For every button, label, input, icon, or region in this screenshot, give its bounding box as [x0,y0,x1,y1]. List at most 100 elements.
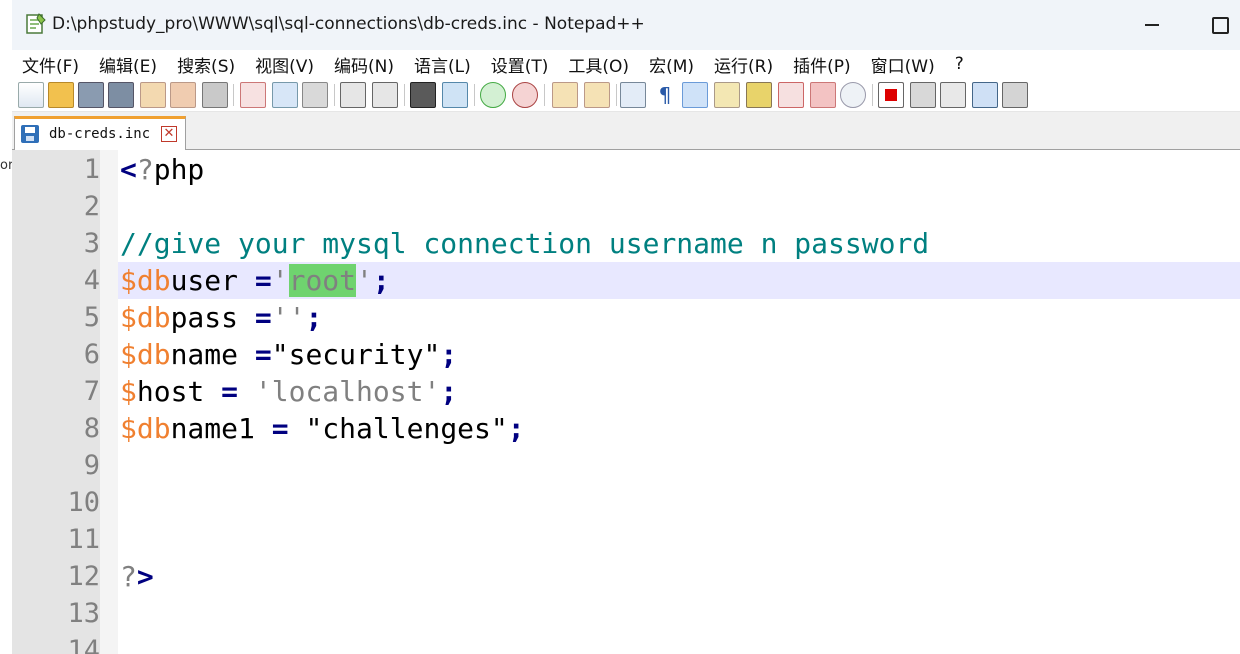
code-token: ; [372,264,390,297]
line-number-gutter: 1 2 3 4 5 6 7 8 9 10 11 12 13 14 [12,150,100,654]
code-line-1[interactable]: <?php [120,151,204,188]
menu-macro[interactable]: 宏(M) [639,52,704,77]
line-number: 14 [67,635,100,654]
copy-icon[interactable] [272,82,298,108]
notepad-plus-plus-app-icon [26,13,46,34]
code-token: ; [440,338,458,371]
code-token: 'localhost' [254,375,441,408]
code-token: ; [507,412,525,445]
print-icon[interactable] [202,82,228,108]
tab-close-button[interactable]: ✕ [161,126,177,142]
code-token: < [120,153,137,186]
code-token: ? [120,560,137,593]
zoom-in-icon[interactable] [480,82,506,108]
folder-workspace-icon[interactable] [778,82,804,108]
code-line-8[interactable]: $dbname1 = "challenges"; [120,410,525,447]
menu-file[interactable]: 文件(F) [12,52,89,77]
code-token: ' [271,264,289,297]
menu-plugins[interactable]: 插件(P) [783,52,861,77]
code-token: pass [170,301,255,334]
menu-view[interactable]: 视图(V) [245,52,324,77]
code-token: = [254,301,272,334]
line-number: 1 [83,154,100,185]
show-all-chars-icon[interactable]: ¶ [652,82,678,108]
line-number: 8 [83,413,100,444]
code-token: $db [120,301,171,334]
tab-label: db-creds.inc [49,126,151,142]
find-icon[interactable] [410,82,436,108]
tab-db-creds[interactable]: db-creds.inc ✕ [14,116,186,150]
new-file-icon[interactable] [18,82,44,108]
minimize-button[interactable] [1132,10,1172,40]
toolbar-separator [474,84,475,106]
cut-icon[interactable] [240,82,266,108]
stop-macro-icon[interactable] [910,82,936,108]
monitoring-icon[interactable] [810,82,836,108]
code-token: name1 [170,412,272,445]
code-token: "challenges" [305,412,508,445]
code-line-6[interactable]: $dbname ="security"; [120,336,457,373]
save-macro-icon[interactable] [1002,82,1028,108]
code-token: = [221,375,239,408]
record-macro-icon[interactable] [878,82,904,108]
fold-margin[interactable] [100,150,118,654]
open-file-icon[interactable] [48,82,74,108]
toolbar-separator [404,84,405,106]
line-number: 10 [67,487,100,518]
function-list-icon[interactable] [746,82,772,108]
save-all-icon[interactable] [108,82,134,108]
indent-guide-icon[interactable] [682,82,708,108]
tab-bar: db-creds.inc ✕ [12,112,1240,150]
run-macro-multiple-icon[interactable] [972,82,998,108]
code-line-5[interactable]: $dbpass =''; [120,299,322,336]
code-token: = [254,338,272,371]
code-token: $ [120,375,137,408]
menu-bar: 文件(F) 编辑(E) 搜索(S) 视图(V) 编码(N) 语言(L) 设置(T… [12,50,1240,78]
code-token: $db [120,264,171,297]
redo-icon[interactable] [372,82,398,108]
doc-map-icon[interactable] [714,82,740,108]
menu-language[interactable]: 语言(L) [404,52,481,77]
close-all-icon[interactable] [170,82,196,108]
menu-help[interactable]: ? [945,54,974,74]
save-icon[interactable] [78,82,104,108]
title-bar: D:\phpstudy_pro\WWW\sql\sql-connections\… [0,0,1240,50]
line-number: 2 [83,191,100,222]
sync-horizontal-icon[interactable] [584,82,610,108]
toolbar-separator [544,84,545,106]
replace-icon[interactable] [442,82,468,108]
code-token: $db [120,338,171,371]
undo-icon[interactable] [340,82,366,108]
code-token: ; [305,301,323,334]
sync-vertical-icon[interactable] [552,82,578,108]
zoom-out-icon[interactable] [512,82,538,108]
menu-run[interactable]: 运行(R) [704,52,783,77]
menu-tools[interactable]: 工具(O) [558,52,639,77]
line-number: 3 [83,228,100,259]
word-wrap-icon[interactable] [620,82,646,108]
saved-file-icon [21,125,39,143]
line-number: 9 [83,450,100,481]
menu-search[interactable]: 搜索(S) [167,52,245,77]
menu-edit[interactable]: 编辑(E) [89,52,167,77]
code-line-12[interactable]: ?> [120,558,154,595]
code-token: = [254,264,272,297]
line-number: 6 [83,339,100,370]
play-macro-icon[interactable] [940,82,966,108]
code-token: name [170,338,255,371]
code-editor[interactable]: 1 2 3 4 5 6 7 8 9 10 11 12 13 14 <?php//… [12,150,1240,654]
code-token: '' [271,301,306,334]
paste-icon[interactable] [302,82,328,108]
close-icon[interactable] [140,82,166,108]
maximize-button[interactable] [1200,10,1240,40]
code-line-7[interactable]: $host = 'localhost'; [120,373,457,410]
menu-settings[interactable]: 设置(T) [481,52,559,77]
menu-encoding[interactable]: 编码(N) [324,52,404,77]
code-line-4[interactable]: $dbuser ='root'; [120,262,390,299]
toolbar-separator [233,84,234,106]
menu-window[interactable]: 窗口(W) [861,52,945,77]
eye-icon[interactable] [840,82,866,108]
code-line-3[interactable]: //give your mysql connection username n … [120,225,929,262]
